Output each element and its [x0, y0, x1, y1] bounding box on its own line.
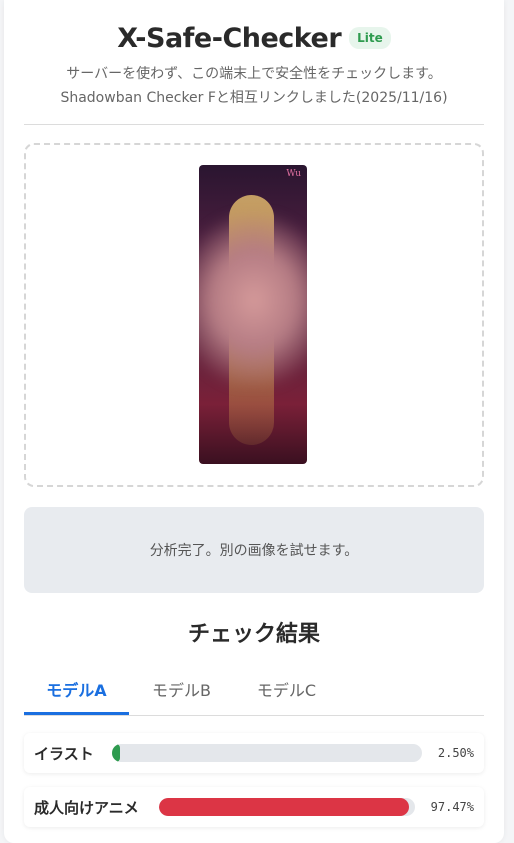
preview-signature: Wu	[286, 169, 301, 179]
lite-badge: Lite	[349, 27, 391, 49]
result-label: 成人向けアニメ	[34, 798, 139, 817]
result-bar-fill	[159, 798, 409, 816]
image-drop-zone[interactable]: Wu	[24, 143, 484, 487]
result-row-adult-anime: 成人向けアニメ 97.47%	[24, 787, 484, 827]
tab-model-b[interactable]: モデルB	[129, 668, 234, 715]
result-label: イラスト	[34, 744, 94, 763]
preview-blur-mask	[199, 215, 307, 385]
result-value: 97.47%	[430, 800, 474, 814]
tab-model-a[interactable]: モデルA	[24, 668, 129, 715]
result-value: 2.50%	[437, 746, 474, 760]
subtitle: サーバーを使わず、この端末上で安全性をチェックします。 Shadowban Ch…	[4, 62, 504, 110]
tab-model-c[interactable]: モデルC	[234, 668, 339, 715]
title-row: X-Safe-Checker Lite	[4, 18, 504, 58]
main-card: X-Safe-Checker Lite サーバーを使わず、この端末上で安全性をチ…	[4, 0, 504, 843]
result-bar-fill	[112, 744, 120, 762]
model-tabs: モデルA モデルB モデルC	[24, 668, 484, 716]
results-title: チェック結果	[187, 622, 320, 647]
image-preview: Wu	[199, 165, 307, 464]
result-bar-track	[112, 744, 422, 762]
result-row-illustration: イラスト 2.50%	[24, 733, 484, 773]
status-message: 分析完了。別の画像を試せます。	[149, 543, 359, 559]
header-divider	[24, 124, 484, 125]
app-title: X-Safe-Checker	[117, 22, 342, 54]
status-box: 分析完了。別の画像を試せます。	[24, 507, 484, 593]
subtitle-line-2: Shadowban Checker Fと相互リンクしました(2025/11/16…	[60, 90, 448, 106]
result-bar-track	[159, 798, 415, 816]
header: X-Safe-Checker Lite サーバーを使わず、この端末上で安全性をチ…	[4, 0, 504, 110]
subtitle-line-1: サーバーを使わず、この端末上で安全性をチェックします。	[66, 66, 442, 82]
